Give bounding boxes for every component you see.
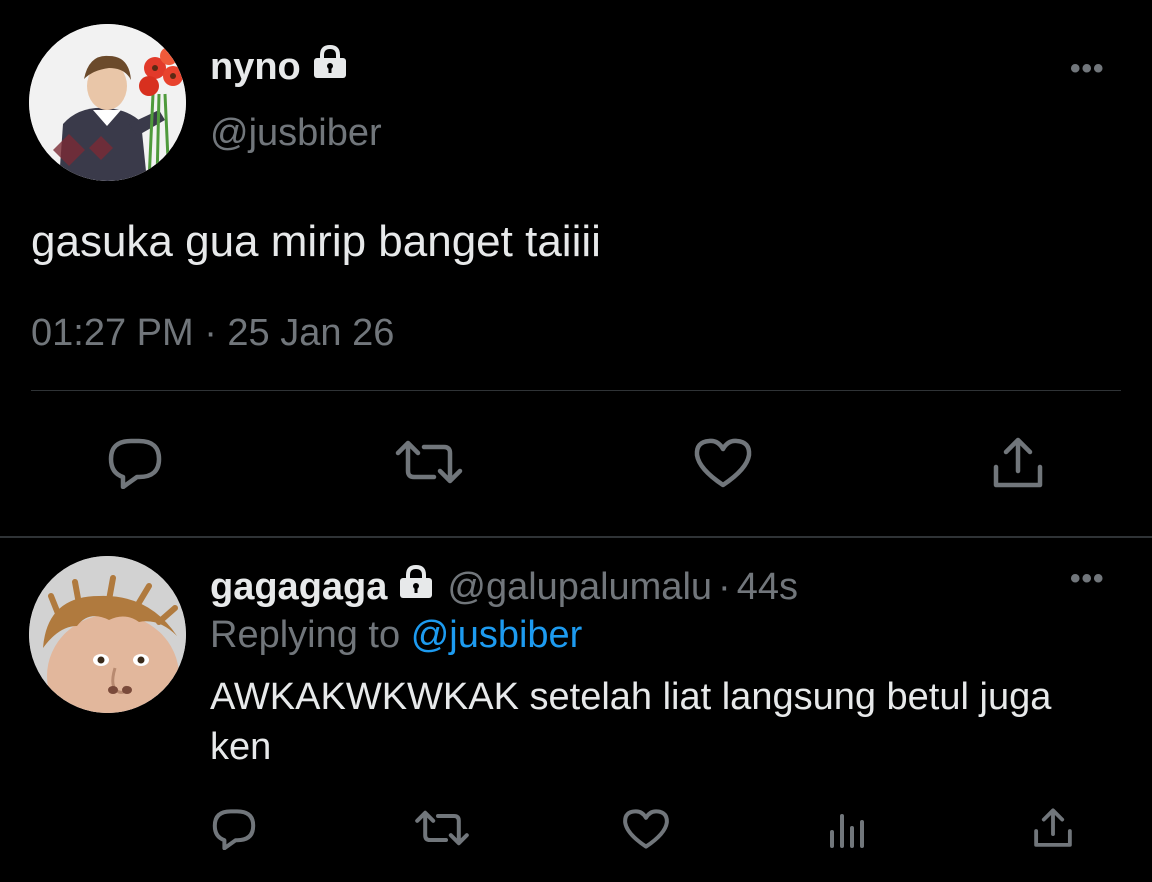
retweet-icon[interactable]	[414, 808, 470, 853]
reply-tweet-age[interactable]: 44s	[737, 562, 798, 612]
main-tweet-handle[interactable]: @jusbiber	[210, 108, 382, 158]
reply-tweet-handle[interactable]: @galupalumalu	[447, 562, 712, 612]
avatar-photo	[29, 556, 186, 713]
share-icon[interactable]	[1030, 806, 1076, 855]
divider	[31, 390, 1121, 391]
main-tweet-avatar[interactable]	[29, 24, 186, 181]
replying-to-label: Replying to	[210, 614, 401, 656]
reply-tweet-avatar[interactable]	[29, 556, 186, 713]
more-options-icon[interactable]: •••	[1070, 52, 1105, 86]
like-icon[interactable]	[622, 808, 670, 855]
main-tweet-author[interactable]: nyno	[210, 42, 349, 92]
separator-dot: ·	[718, 566, 731, 608]
section-divider	[0, 536, 1152, 538]
lock-icon	[397, 562, 435, 612]
reply-icon[interactable]	[105, 437, 165, 494]
more-options-icon[interactable]: •••	[1070, 562, 1105, 596]
like-icon[interactable]	[693, 437, 753, 494]
main-tweet-display-name[interactable]: nyno	[210, 42, 301, 92]
reply-icon[interactable]	[210, 808, 258, 855]
retweet-icon[interactable]	[394, 437, 464, 492]
reply-tweet-text: AWKAKWKWKAK setelah liat langsung betul …	[210, 676, 1052, 768]
reply-tweet-header: gagagaga @galupalumalu · 44s	[210, 562, 798, 612]
main-tweet-timestamp[interactable]: 01:27 PM · 25 Jan 26	[31, 308, 394, 358]
reply-tweet-display-name[interactable]: gagagaga	[210, 562, 387, 612]
main-tweet-text: gasuka gua mirip banget taiiii	[31, 217, 601, 266]
replying-to: Replying to @jusbiber	[210, 610, 582, 660]
avatar-photo	[29, 24, 186, 181]
share-icon[interactable]	[988, 435, 1048, 496]
views-icon[interactable]	[826, 808, 870, 855]
lock-icon	[311, 42, 349, 92]
replying-to-mention[interactable]: @jusbiber	[411, 614, 583, 656]
